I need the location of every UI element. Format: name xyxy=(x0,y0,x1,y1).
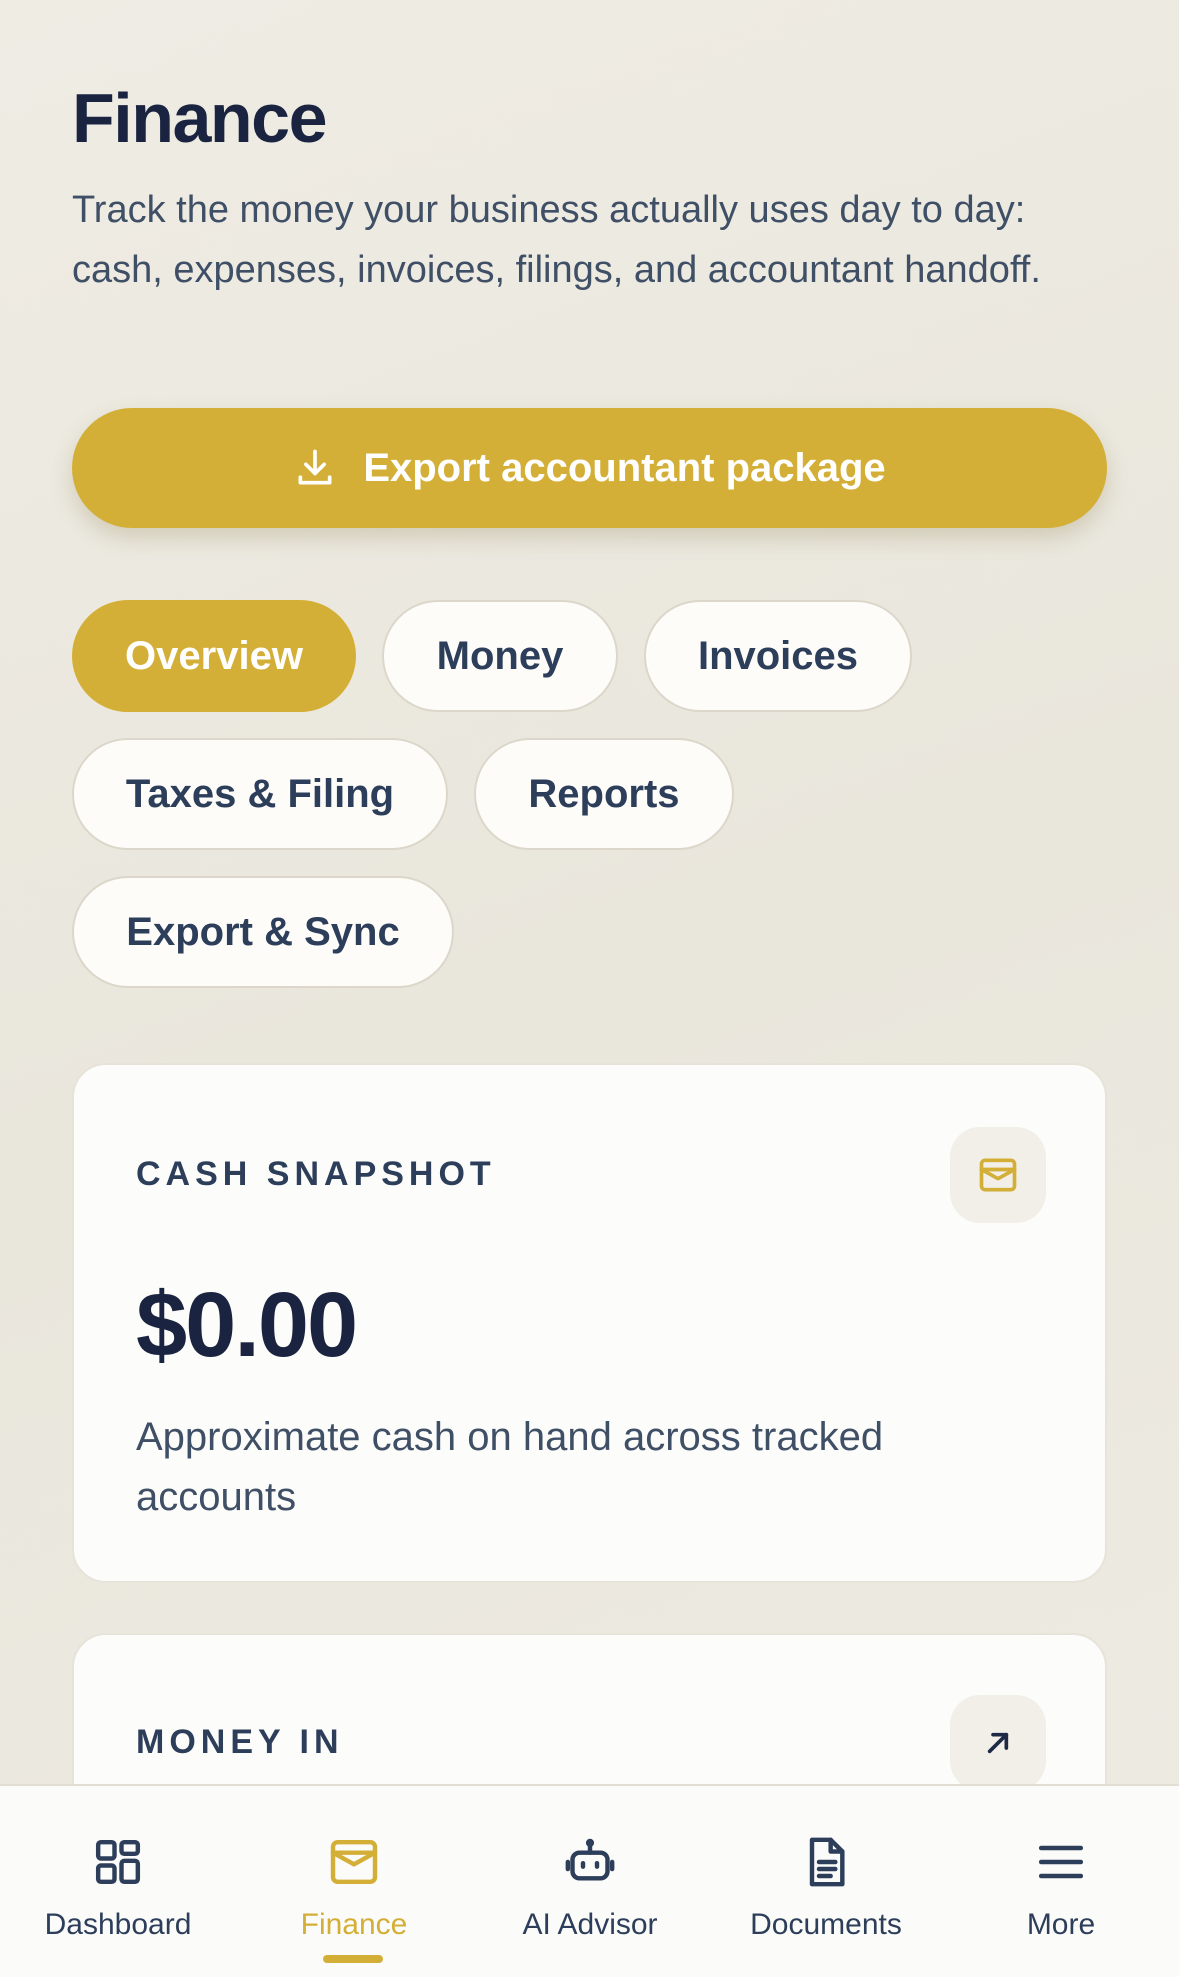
tab-label: Taxes & Filing xyxy=(125,771,395,816)
tab-label: Overview xyxy=(125,633,303,678)
tab-invoices[interactable]: Invoices xyxy=(644,600,912,712)
tab-reports[interactable]: Reports xyxy=(474,738,734,850)
grid-icon xyxy=(90,1834,146,1890)
page-title: Finance xyxy=(72,79,328,157)
export-accountant-package-button[interactable]: Export accountant package xyxy=(72,408,1107,528)
tab-label: Reports xyxy=(528,771,680,816)
menu-icon xyxy=(1033,1834,1089,1890)
export-button-label: Export accountant package xyxy=(363,445,886,490)
card-label: CASH SNAPSHOT xyxy=(136,1155,496,1193)
robot-icon xyxy=(562,1834,618,1890)
nav-label: More xyxy=(1026,1908,1096,1941)
bottom-navigation: Dashboard Finance AI Advisor Documents M… xyxy=(0,1784,1179,1977)
tab-label: Export & Sync xyxy=(126,909,400,954)
tab-label: Money xyxy=(436,633,564,678)
nav-label: Finance xyxy=(300,1908,408,1941)
cash-snapshot-description: Approximate cash on hand across tracked … xyxy=(136,1415,884,1519)
wallet-icon xyxy=(326,1834,382,1890)
finance-page: Finance Track the money your business ac… xyxy=(0,0,1179,1977)
cash-snapshot-card[interactable]: CASH SNAPSHOT $0.00 Approximate cash on … xyxy=(72,1063,1107,1583)
nav-documents[interactable]: Documents xyxy=(708,1786,944,1977)
card-label: MONEY IN xyxy=(136,1723,344,1761)
document-icon xyxy=(798,1834,854,1890)
nav-dashboard[interactable]: Dashboard xyxy=(0,1786,236,1977)
nav-more[interactable]: More xyxy=(943,1786,1179,1977)
arrow-up-right-icon xyxy=(950,1695,1046,1791)
tab-export-sync[interactable]: Export & Sync xyxy=(72,876,454,988)
page-subtitle: Track the money your business actually u… xyxy=(72,189,1041,291)
cash-snapshot-value: $0.00 xyxy=(136,1274,358,1376)
tab-label: Invoices xyxy=(697,633,859,678)
wallet-icon xyxy=(950,1127,1046,1223)
active-nav-indicator xyxy=(323,1955,383,1963)
nav-ai-advisor[interactable]: AI Advisor xyxy=(472,1786,708,1977)
tab-money[interactable]: Money xyxy=(382,600,618,712)
nav-finance[interactable]: Finance xyxy=(236,1786,472,1977)
download-icon xyxy=(293,446,337,490)
nav-label: Documents xyxy=(750,1908,902,1941)
nav-label: Dashboard xyxy=(44,1908,192,1941)
nav-label: AI Advisor xyxy=(522,1908,658,1941)
tab-overview[interactable]: Overview xyxy=(72,600,356,712)
tab-taxes-filing[interactable]: Taxes & Filing xyxy=(72,738,448,850)
